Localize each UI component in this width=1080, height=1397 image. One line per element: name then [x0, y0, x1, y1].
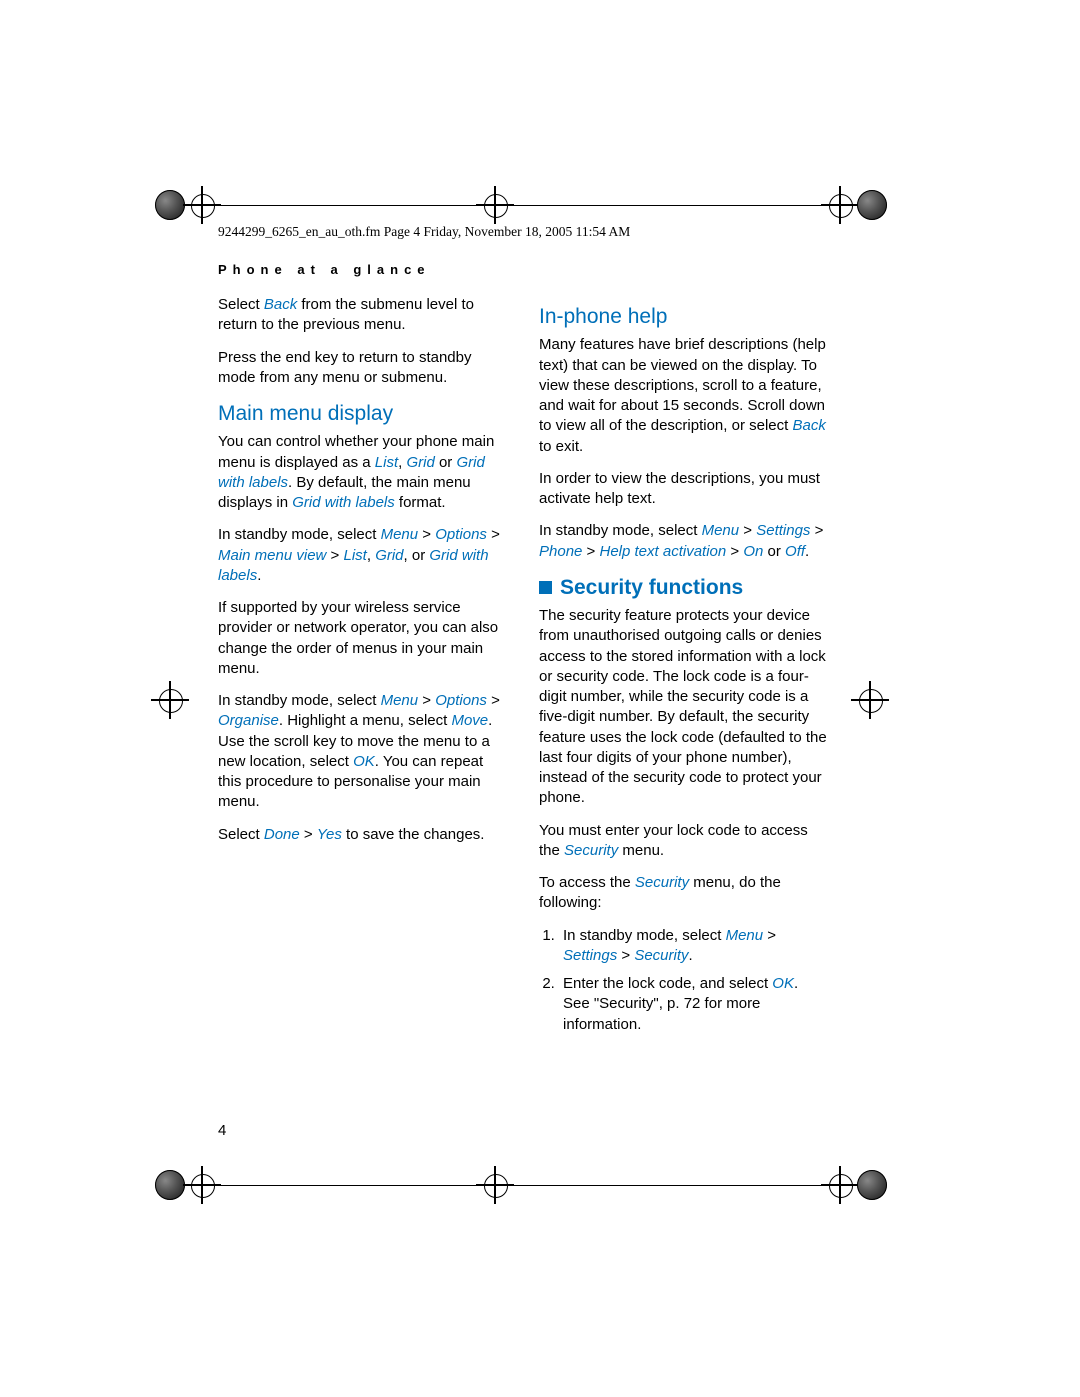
- crop-line: [220, 1185, 825, 1186]
- list-item: Enter the lock code, and select OK. See …: [559, 974, 828, 1035]
- section-title: Phone at a glance: [218, 262, 828, 277]
- ui-term: Grid: [406, 454, 434, 471]
- list-item: In standby mode, select Menu > Settings …: [559, 926, 828, 967]
- ui-term: Menu: [726, 927, 764, 944]
- ui-term: Security: [564, 842, 618, 859]
- heading-security-functions: Security functions: [539, 574, 828, 602]
- paragraph: If supported by your wireless service pr…: [218, 598, 507, 679]
- ui-term: Menu: [381, 692, 419, 709]
- ui-term: Options: [435, 526, 487, 543]
- ui-term: Main menu view: [218, 547, 326, 564]
- page-number: 4: [218, 1122, 226, 1139]
- ui-term: Grid with labels: [292, 494, 395, 511]
- ordered-list: In standby mode, select Menu > Settings …: [539, 926, 828, 1035]
- ui-term: Organise: [218, 712, 279, 729]
- manual-page: 9244299_6265_en_au_oth.fm Page 4 Friday,…: [0, 0, 1080, 1397]
- paragraph: To access the Security menu, do the foll…: [539, 873, 828, 914]
- paragraph: The security feature protects your devic…: [539, 606, 828, 809]
- ui-term: Grid: [375, 547, 403, 564]
- registration-mark-icon: [155, 175, 215, 235]
- paragraph: Many features have brief descriptions (h…: [539, 335, 828, 457]
- ui-term: Phone: [539, 543, 582, 560]
- ui-term: Done: [264, 826, 300, 843]
- heading-main-menu-display: Main menu display: [218, 400, 507, 428]
- ui-term: Off: [785, 543, 805, 560]
- ui-term: OK: [353, 753, 375, 770]
- registration-mark-icon: [140, 670, 200, 730]
- ui-term: OK: [772, 975, 794, 992]
- ui-term: On: [743, 543, 763, 560]
- paragraph: You must enter your lock code to access …: [539, 821, 828, 862]
- ui-term: Security: [635, 874, 689, 891]
- page-content: Phone at a glance Select Back from the s…: [218, 258, 828, 1047]
- ui-term: Yes: [317, 826, 342, 843]
- paragraph: Press the end key to return to standby m…: [218, 348, 507, 389]
- paragraph: In standby mode, select Menu > Options >…: [218, 691, 507, 813]
- section-square-icon: [539, 581, 552, 594]
- ui-term: List: [344, 547, 367, 564]
- paragraph: In order to view the descriptions, you m…: [539, 469, 828, 510]
- paragraph: You can control whether your phone main …: [218, 432, 507, 513]
- ui-term: Settings: [756, 522, 810, 539]
- ui-term: List: [375, 454, 398, 471]
- ui-term: Menu: [381, 526, 419, 543]
- registration-mark-icon: [825, 1155, 885, 1215]
- ui-term: Settings: [563, 947, 617, 964]
- registration-mark-icon: [825, 175, 885, 235]
- paragraph: Select Back from the submenu level to re…: [218, 295, 507, 336]
- page-header-meta: 9244299_6265_en_au_oth.fm Page 4 Friday,…: [218, 224, 630, 240]
- ui-term: Back: [792, 417, 825, 434]
- text-columns: Select Back from the submenu level to re…: [218, 295, 828, 1047]
- paragraph: In standby mode, select Menu > Options >…: [218, 525, 507, 586]
- ui-term: Options: [435, 692, 487, 709]
- registration-mark-icon: [840, 670, 900, 730]
- ui-term: Menu: [702, 522, 740, 539]
- paragraph: Select Done > Yes to save the changes.: [218, 825, 507, 845]
- heading-in-phone-help: In-phone help: [539, 303, 828, 331]
- ui-term: Move: [451, 712, 488, 729]
- crop-line: [220, 205, 825, 206]
- registration-mark-icon: [155, 1155, 215, 1215]
- ui-term: Security: [634, 947, 688, 964]
- ui-term: Help text activation: [599, 543, 726, 560]
- ui-term: Back: [264, 296, 297, 313]
- paragraph: In standby mode, select Menu > Settings …: [539, 521, 828, 562]
